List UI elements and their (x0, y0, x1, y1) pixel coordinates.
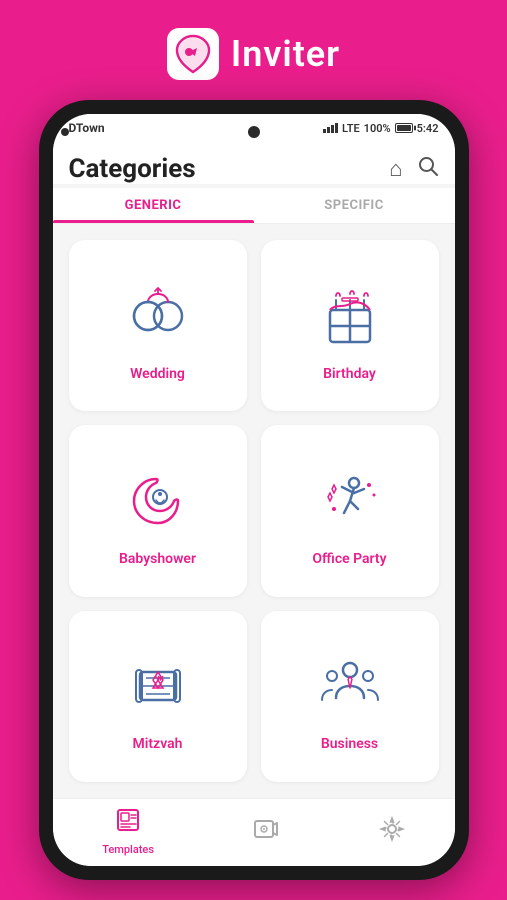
templates-nav-label: Templates (102, 843, 154, 856)
office-party-icon (314, 465, 386, 537)
wedding-icon-area (118, 276, 198, 356)
babyshower-icon (122, 465, 194, 537)
babyshower-label: Babyshower (119, 551, 196, 567)
search-icon[interactable] (417, 155, 439, 183)
category-wedding[interactable]: Wedding (69, 240, 247, 411)
mitzvah-icon (122, 650, 194, 722)
signal-icon (323, 123, 338, 133)
time-display: 5:42 (417, 122, 439, 135)
app-header: Inviter (167, 0, 340, 100)
status-right: LTE 100% 5:42 (323, 122, 438, 135)
app-title: Inviter (231, 33, 340, 75)
wedding-icon (122, 280, 194, 352)
babyshower-icon-area (118, 461, 198, 541)
page-title: Categories (69, 154, 196, 184)
office-party-icon-area (310, 461, 390, 541)
carrier-name: DTown (69, 121, 105, 135)
phone-screen: DTown LTE 100% 5:42 Categories ⌂ (53, 114, 455, 866)
battery-percent: 100% (364, 122, 391, 135)
category-birthday[interactable]: Birthday (261, 240, 439, 411)
wedding-label: Wedding (130, 366, 185, 382)
business-icon-area (310, 646, 390, 726)
birthday-icon-area (310, 276, 390, 356)
app-logo-icon (167, 28, 219, 80)
tab-generic[interactable]: GENERIC (53, 188, 254, 223)
birthday-icon (314, 280, 386, 352)
lte-label: LTE (342, 122, 360, 135)
header-icons: ⌂ (389, 155, 438, 183)
mitzvah-icon-area (118, 646, 198, 726)
home-icon[interactable]: ⌂ (389, 156, 402, 182)
categories-grid: Wedding Birth (53, 224, 455, 798)
phone-camera-center (248, 126, 260, 138)
tabs-bar: GENERIC SPECIFIC (53, 188, 455, 224)
phone-camera-left (61, 128, 69, 136)
phone-device: DTown LTE 100% 5:42 Categories ⌂ (39, 100, 469, 880)
page-header: Categories ⌂ (53, 142, 455, 184)
templates-icon (115, 807, 141, 839)
settings-icon (379, 816, 405, 848)
business-icon (314, 650, 386, 722)
category-mitzvah[interactable]: Mitzvah (69, 611, 247, 782)
office-party-label: Office Party (312, 551, 386, 567)
videos-icon (253, 816, 279, 848)
tab-specific[interactable]: SPECIFIC (254, 188, 455, 223)
birthday-label: Birthday (323, 366, 376, 382)
category-babyshower[interactable]: Babyshower (69, 425, 247, 596)
battery-icon (395, 123, 413, 133)
nav-settings[interactable] (379, 816, 405, 848)
business-label: Business (321, 736, 378, 752)
mitzvah-label: Mitzvah (133, 736, 183, 752)
nav-videos[interactable] (253, 816, 279, 848)
nav-templates[interactable]: Templates (102, 807, 154, 856)
category-office-party[interactable]: Office Party (261, 425, 439, 596)
bottom-nav: Templates (53, 798, 455, 866)
category-business[interactable]: Business (261, 611, 439, 782)
